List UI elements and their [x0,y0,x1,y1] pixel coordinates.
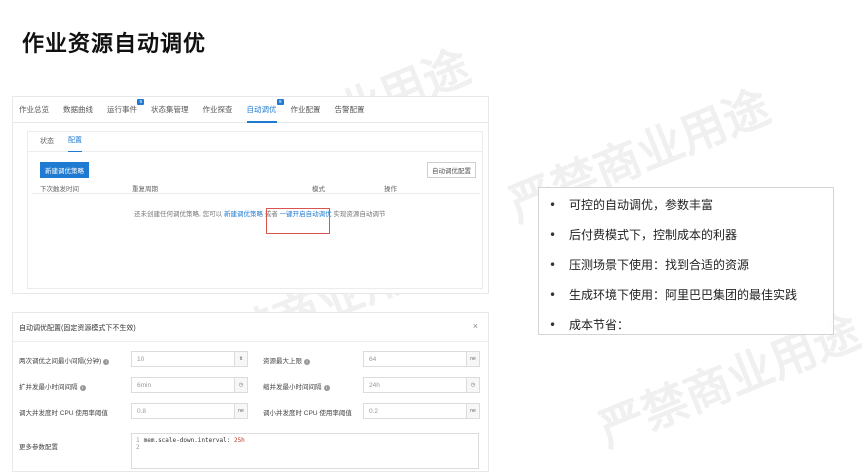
scale-up-cpu-input[interactable]: 0.8 ne [131,403,248,419]
stepper-icon[interactable]: ne [234,404,247,418]
bullet-item: 生成环境下使用：阿里巴巴集团的最佳实践 [549,282,833,312]
col-mode: 模式 [312,186,325,193]
subtab-status[interactable]: 状态 [40,132,54,152]
scale-down-interval-input[interactable]: 24h ◷ [363,377,480,393]
clock-icon[interactable]: ◷ [234,378,247,392]
extra-params-editor[interactable]: 1 mem.scale-down.interval: 25h 2 [131,433,479,469]
code-line: 1 mem.scale-down.interval: 25h [136,437,245,444]
tab-overview[interactable]: 作业总览 [19,97,49,123]
col-actions: 操作 [384,186,397,193]
bullet-item: 压测场景下使用：找到合适的资源 [549,252,833,282]
close-icon[interactable]: × [473,321,478,331]
code-line: 2 [136,444,140,451]
job-tabs: 作业总览 数据曲线 运行事件 9 状态集管理 作业探查 自动调优 9 作业配置 告警… [13,97,488,123]
slide-title: 作业资源自动调优 [22,32,207,57]
max-resource-input[interactable]: 64 ne [363,351,480,367]
stepper-icon[interactable]: ne [466,352,479,366]
highlight-box [266,208,330,234]
clock-icon[interactable]: ◷ [466,378,479,392]
bullet-list: 可控的自动调优，参数丰富 后付费模式下，控制成本的利器 压测场景下使用：找到合适… [538,187,834,335]
tab-badge: 9 [276,98,284,105]
scale-down-cpu-input[interactable]: 0.2 ne [363,403,480,419]
stepper-icon[interactable]: ne [466,404,479,418]
info-icon: i [79,385,86,391]
col-next-trigger: 下次触发时间 [40,186,79,193]
field-label: 调大并发度时 CPU 使用率阈值 [19,410,108,417]
auto-tuning-config-button[interactable]: 自动调优配置 [427,162,476,178]
bullet-item: 可控的自动调优，参数丰富 [549,192,833,222]
table-header: 下次触发时间 重复周期 模式 操作 [32,180,480,194]
info-icon: i [304,359,310,365]
dialog-title: 自动调优配置(固定资源模式下不生效) [19,325,136,332]
info-icon: i [103,359,110,365]
tab-alert-config[interactable]: 告警配置 [335,97,365,123]
tab-state-management[interactable]: 状态集管理 [151,97,189,123]
empty-text: 实现资源自动调节 [333,211,386,218]
tab-data-curve[interactable]: 数据曲线 [63,97,93,123]
tab-job-explore[interactable]: 作业探查 [203,97,233,123]
field-label: 资源最大上限 i [263,355,310,365]
info-icon: i [323,385,330,391]
empty-state: 还未创建任何调优策略, 您可以 新建调优策略 或者 一键开启自动调优 实现资源自… [32,196,480,230]
auto-tuning-config-dialog: 自动调优配置(固定资源模式下不生效) × 两次调优之间最小间隔(分钟) i 10 t… [12,312,489,472]
col-repeat-cycle: 重复周期 [132,186,158,193]
bullet-item: 后付费模式下，控制成本的利器 [549,222,833,252]
auto-tuning-panel: 状态 配置 新建调优策略 自动调优配置 下次触发时间 重复周期 模式 操作 还未… [27,131,483,289]
divider [13,341,488,342]
field-label: 两次调优之间最小间隔(分钟) i [19,355,110,365]
field-label: 扩并发最小时间间隔 i [19,381,86,391]
console-screenshot: 作业总览 数据曲线 运行事件 9 状态集管理 作业探查 自动调优 9 作业配置 告警… [12,96,489,294]
subtabs: 状态 配置 [28,132,482,152]
field-label: 缩并发最小时间间隔 i [263,381,330,391]
tab-auto-tuning[interactable]: 自动调优 9 [246,97,284,123]
tab-job-config[interactable]: 作业配置 [291,97,321,123]
stepper-icon[interactable]: tt [234,352,247,366]
subtab-config[interactable]: 配置 [68,131,82,152]
scale-up-interval-input[interactable]: 6min ◷ [131,377,248,393]
field-label: 调小并发度时 CPU 使用率阈值 [263,410,352,417]
min-interval-input[interactable]: 10 tt [131,351,248,367]
tab-badge: 9 [137,98,144,105]
bullet-item: 成本节省： [549,312,833,342]
extra-params-label: 更多参数配置 [19,444,58,451]
new-strategy-button[interactable]: 新建调优策略 [40,162,89,178]
new-strategy-link[interactable]: 新建调优策略 [224,211,263,218]
empty-text: 还未创建任何调优策略, 您可以 [134,211,223,218]
tab-run-events[interactable]: 运行事件 9 [107,97,144,123]
